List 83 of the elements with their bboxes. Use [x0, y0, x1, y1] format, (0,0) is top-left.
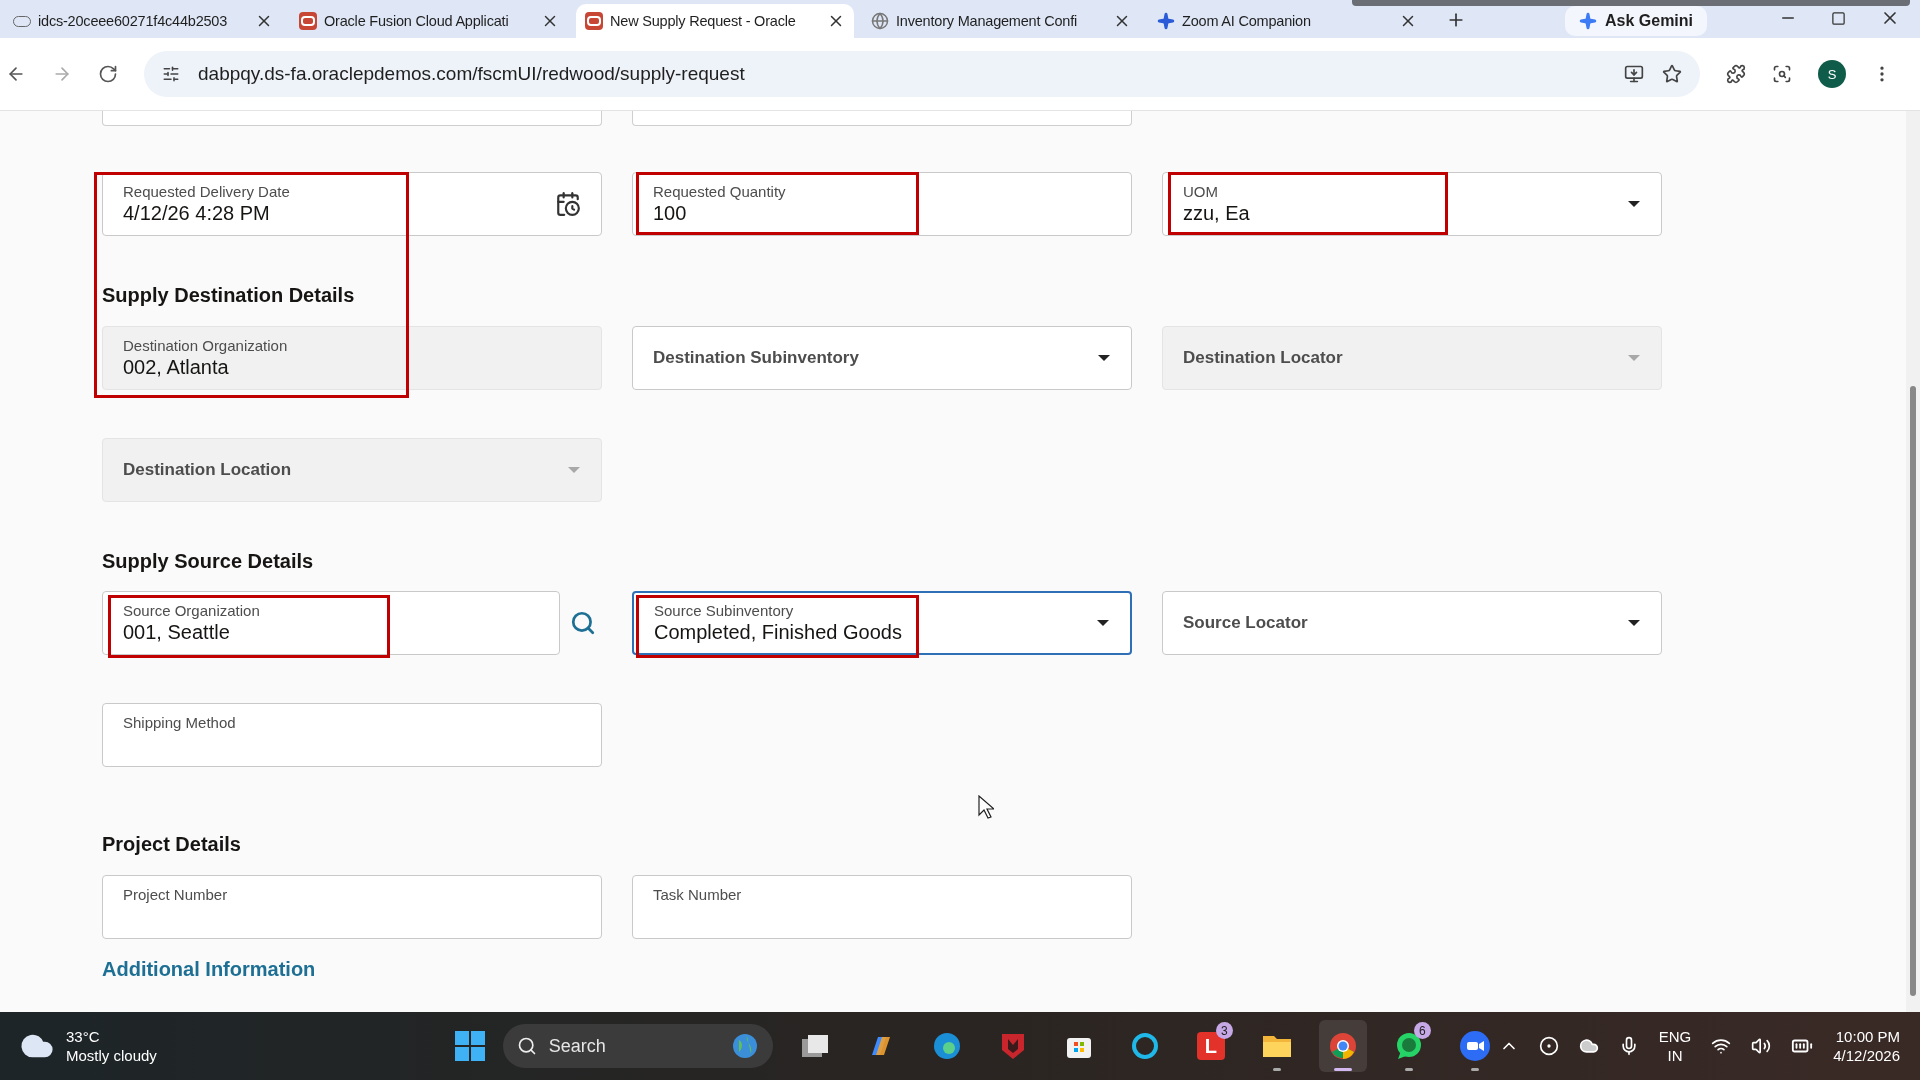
- section-heading: Supply Source Details: [102, 549, 314, 574]
- form-field[interactable]: Source Locator: [1162, 591, 1662, 655]
- sparkle-icon: [1157, 12, 1175, 30]
- field-value: 002, Atlanta: [123, 355, 230, 379]
- field-label: Source Organization: [123, 602, 261, 620]
- clock[interactable]: 10:00 PM 4/12/2026: [1833, 1027, 1900, 1065]
- form-field[interactable]: Task Number: [632, 875, 1132, 939]
- chrome-icon[interactable]: [1327, 1031, 1358, 1061]
- field-value: 4/12/26 4:28 PM: [123, 201, 271, 225]
- field-label: Source Locator: [1183, 613, 1309, 633]
- calendar-icon[interactable]: [555, 191, 581, 217]
- oracle-tab-icon: [585, 12, 603, 30]
- edge-icon[interactable]: [931, 1031, 962, 1061]
- target-icon[interactable]: [1538, 1036, 1559, 1056]
- browser-tab[interactable]: New Supply Request - Oracle: [576, 4, 854, 38]
- dropdown-caret-icon[interactable]: [1097, 354, 1111, 362]
- field-label: Destination Organization: [123, 337, 289, 355]
- field-label: Task Number: [653, 886, 743, 904]
- profile-avatar[interactable]: S: [1818, 60, 1846, 88]
- ring-icon[interactable]: [1129, 1031, 1160, 1061]
- browser-tab[interactable]: idcs-20ceee60271f4c44b2503: [4, 4, 282, 38]
- globe-icon: [871, 12, 889, 30]
- wifi-icon[interactable]: [1711, 1036, 1732, 1056]
- browser-tab[interactable]: Inventory Management Confi: [862, 4, 1140, 38]
- taskbar-search-field[interactable]: Search: [502, 1024, 773, 1068]
- volume-icon[interactable]: [1751, 1036, 1772, 1056]
- dropdown-caret-icon[interactable]: [1627, 619, 1641, 627]
- extensions-icon[interactable]: [1726, 64, 1746, 84]
- language-indicator[interactable]: ENG IN: [1658, 1027, 1692, 1065]
- field-label: Project Number: [123, 886, 229, 904]
- field-label: Destination Locator: [1183, 348, 1344, 368]
- install-icon[interactable]: [1624, 64, 1644, 84]
- form-field[interactable]: Destination Subinventory: [632, 326, 1132, 390]
- dropdown-caret-icon[interactable]: [1096, 619, 1110, 627]
- weather-text: Mostly cloudy: [66, 1046, 157, 1065]
- field-label: Requested Quantity: [653, 183, 787, 201]
- form-field[interactable]: Shipping Method: [102, 703, 602, 767]
- mouse-cursor-icon: [978, 795, 994, 819]
- browser-tab[interactable]: Oracle Fusion Cloud Applicati: [290, 4, 568, 38]
- field-value: 100: [653, 201, 688, 225]
- field-value: zzu, Ea: [1183, 201, 1251, 225]
- bookmark-star-icon[interactable]: [1662, 64, 1682, 84]
- search-icon[interactable]: [570, 610, 596, 636]
- form-field[interactable]: [102, 111, 602, 126]
- field-label: Source Subinventory: [654, 602, 795, 620]
- section-heading: Project Details: [102, 832, 241, 857]
- notification-badge: 3: [1215, 1022, 1233, 1039]
- side-panel-icon[interactable]: [1772, 64, 1792, 84]
- sparkle-icon: [1579, 12, 1597, 30]
- temperature-text: 33°C: [66, 1027, 101, 1046]
- field-label: Destination Location: [123, 460, 293, 480]
- form-field[interactable]: Requested Quantity 100: [632, 172, 1132, 236]
- cloud-icon[interactable]: [1578, 1036, 1599, 1056]
- form-field[interactable]: UOM zzu, Ea: [1162, 172, 1662, 236]
- taskbar-app[interactable]: L 3: [1186, 1020, 1235, 1072]
- field-label: Requested Delivery Date: [123, 183, 291, 201]
- field-label: Shipping Method: [123, 714, 237, 732]
- task-view-icon[interactable]: [799, 1033, 830, 1059]
- browser-tab[interactable]: Zoom AI Companion: [1148, 4, 1426, 38]
- reload-icon[interactable]: [98, 64, 118, 84]
- form-field[interactable]: Project Number: [102, 875, 602, 939]
- form-field[interactable]: Source Organization 001, Seattle: [102, 591, 560, 655]
- site-settings-icon[interactable]: [162, 65, 180, 83]
- field-label: Destination Subinventory: [653, 348, 860, 368]
- form-field[interactable]: Requested Delivery Date 4/12/26 4:28 PM: [102, 172, 602, 236]
- windows-start-icon[interactable]: [454, 1031, 485, 1061]
- oracle-tab-icon: [299, 12, 317, 30]
- taskbar-app[interactable]: 6: [1384, 1020, 1433, 1072]
- notification-badge: 6: [1413, 1022, 1431, 1039]
- video-app-icon[interactable]: [1458, 1030, 1491, 1062]
- form-field[interactable]: Source Subinventory Completed, Finished Goods: [632, 591, 1132, 655]
- field-value: 001, Seattle: [123, 620, 231, 644]
- additional-information-link[interactable]: Additional Information: [102, 955, 316, 983]
- search-icon: [516, 1036, 537, 1056]
- globe-icon: [730, 1032, 759, 1060]
- form-field[interactable]: [632, 111, 1132, 126]
- field-value: Completed, Finished Goods: [654, 620, 903, 644]
- field-label: UOM: [1183, 183, 1219, 201]
- scrollbar[interactable]: [1906, 111, 1920, 1012]
- section-heading: Supply Destination Details: [102, 283, 355, 308]
- taskbar-app[interactable]: [1318, 1020, 1367, 1072]
- dropdown-caret-icon[interactable]: [1627, 200, 1641, 208]
- gemini-button[interactable]: Ask Gemini: [1565, 6, 1708, 36]
